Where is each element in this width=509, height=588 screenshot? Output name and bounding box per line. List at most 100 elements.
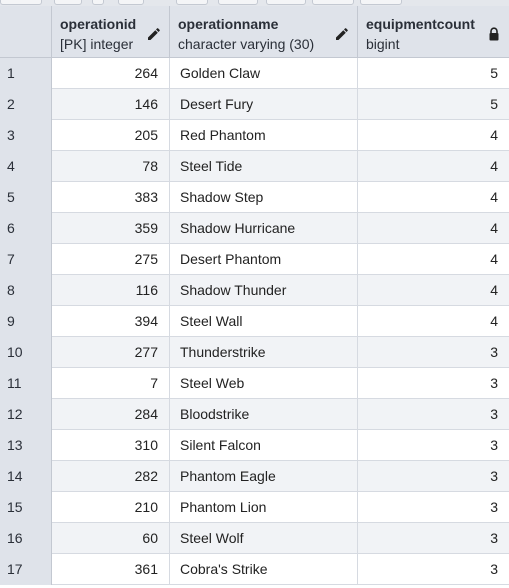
operationname-cell[interactable]: Cobra's Strike: [170, 554, 358, 585]
row-number-cell[interactable]: 15: [0, 492, 52, 523]
equipmentcount-cell[interactable]: 4: [358, 182, 509, 213]
operationname-cell[interactable]: Steel Wall: [170, 306, 358, 337]
table-row[interactable]: 14 282 Phantom Eagle 3: [0, 461, 509, 492]
table-row[interactable]: 4 78 Steel Tide 4: [0, 151, 509, 182]
equipmentcount-cell[interactable]: 5: [358, 58, 509, 89]
row-number-cell[interactable]: 16: [0, 523, 52, 554]
equipmentcount-cell[interactable]: 3: [358, 430, 509, 461]
operationid-cell[interactable]: 205: [52, 120, 170, 151]
row-number-cell[interactable]: 7: [0, 244, 52, 275]
column-header-equipmentcount[interactable]: equipmentcount bigint: [358, 6, 509, 58]
operationname-cell[interactable]: Silent Falcon: [170, 430, 358, 461]
toolbar-button[interactable]: [312, 0, 354, 5]
operationid-cell[interactable]: 146: [52, 89, 170, 120]
toolbar-button[interactable]: [92, 0, 104, 5]
operationid-cell[interactable]: 310: [52, 430, 170, 461]
table-row[interactable]: 13 310 Silent Falcon 3: [0, 430, 509, 461]
column-header-operationid[interactable]: operationid [PK] integer: [52, 6, 170, 58]
operationname-cell[interactable]: Phantom Lion: [170, 492, 358, 523]
table-row[interactable]: 6 359 Shadow Hurricane 4: [0, 213, 509, 244]
operationid-cell[interactable]: 7: [52, 368, 170, 399]
equipmentcount-cell[interactable]: 3: [358, 337, 509, 368]
operationid-cell[interactable]: 282: [52, 461, 170, 492]
operationname-cell[interactable]: Golden Claw: [170, 58, 358, 89]
equipmentcount-cell[interactable]: 3: [358, 523, 509, 554]
equipmentcount-cell[interactable]: 3: [358, 554, 509, 585]
table-row[interactable]: 16 60 Steel Wolf 3: [0, 523, 509, 554]
operationid-cell[interactable]: 277: [52, 337, 170, 368]
row-number-cell[interactable]: 11: [0, 368, 52, 399]
table-row[interactable]: 10 277 Thunderstrike 3: [0, 337, 509, 368]
operationid-cell[interactable]: 210: [52, 492, 170, 523]
table-row[interactable]: 2 146 Desert Fury 5: [0, 89, 509, 120]
operationname-cell[interactable]: Desert Phantom: [170, 244, 358, 275]
toolbar-button[interactable]: [0, 0, 42, 5]
equipmentcount-cell[interactable]: 4: [358, 151, 509, 182]
row-number-cell[interactable]: 12: [0, 399, 52, 430]
toolbar-button[interactable]: [54, 0, 82, 5]
table-row[interactable]: 9 394 Steel Wall 4: [0, 306, 509, 337]
column-header-operationname[interactable]: operationname character varying (30): [170, 6, 358, 58]
operationid-cell[interactable]: 116: [52, 275, 170, 306]
table-row[interactable]: 1 264 Golden Claw 5: [0, 58, 509, 89]
table-row[interactable]: 8 116 Shadow Thunder 4: [0, 275, 509, 306]
row-number-cell[interactable]: 9: [0, 306, 52, 337]
operationid-cell[interactable]: 383: [52, 182, 170, 213]
operationname-cell[interactable]: Bloodstrike: [170, 399, 358, 430]
operationname-cell[interactable]: Shadow Thunder: [170, 275, 358, 306]
operationid-cell[interactable]: 394: [52, 306, 170, 337]
table-row[interactable]: 3 205 Red Phantom 4: [0, 120, 509, 151]
equipmentcount-cell[interactable]: 3: [358, 461, 509, 492]
row-number-cell[interactable]: 13: [0, 430, 52, 461]
table-row[interactable]: 12 284 Bloodstrike 3: [0, 399, 509, 430]
row-number-cell[interactable]: 5: [0, 182, 52, 213]
edit-pencil-icon[interactable]: [335, 27, 349, 41]
row-number-cell[interactable]: 3: [0, 120, 52, 151]
toolbar-button[interactable]: [118, 0, 144, 5]
equipmentcount-cell[interactable]: 4: [358, 306, 509, 337]
table-row[interactable]: 5 383 Shadow Step 4: [0, 182, 509, 213]
equipmentcount-cell[interactable]: 3: [358, 399, 509, 430]
row-number-cell[interactable]: 6: [0, 213, 52, 244]
operationname-cell[interactable]: Steel Tide: [170, 151, 358, 182]
equipmentcount-cell[interactable]: 3: [358, 492, 509, 523]
operationid-cell[interactable]: 284: [52, 399, 170, 430]
equipmentcount-cell[interactable]: 4: [358, 275, 509, 306]
operationname-cell[interactable]: Shadow Hurricane: [170, 213, 358, 244]
operationname-cell[interactable]: Phantom Eagle: [170, 461, 358, 492]
toolbar-button[interactable]: [360, 0, 402, 5]
row-number-cell[interactable]: 14: [0, 461, 52, 492]
operationname-cell[interactable]: Shadow Step: [170, 182, 358, 213]
operationid-cell[interactable]: 264: [52, 58, 170, 89]
operationname-cell[interactable]: Steel Wolf: [170, 523, 358, 554]
equipmentcount-cell[interactable]: 4: [358, 244, 509, 275]
row-number-cell[interactable]: 1: [0, 58, 52, 89]
equipmentcount-cell[interactable]: 4: [358, 213, 509, 244]
operationid-cell[interactable]: 78: [52, 151, 170, 182]
operationname-cell[interactable]: Red Phantom: [170, 120, 358, 151]
operationid-cell[interactable]: 275: [52, 244, 170, 275]
row-number-cell[interactable]: 10: [0, 337, 52, 368]
row-number-header[interactable]: [0, 6, 52, 58]
table-row[interactable]: 11 7 Steel Web 3: [0, 368, 509, 399]
operationid-cell[interactable]: 60: [52, 523, 170, 554]
equipmentcount-cell[interactable]: 5: [358, 89, 509, 120]
equipmentcount-cell[interactable]: 4: [358, 120, 509, 151]
toolbar-button[interactable]: [218, 0, 258, 5]
toolbar-button[interactable]: [176, 0, 208, 5]
table-row[interactable]: 17 361 Cobra's Strike 3: [0, 554, 509, 585]
operationid-cell[interactable]: 359: [52, 213, 170, 244]
row-number-cell[interactable]: 8: [0, 275, 52, 306]
toolbar-button[interactable]: [266, 0, 306, 5]
row-number-cell[interactable]: 2: [0, 89, 52, 120]
table-row[interactable]: 15 210 Phantom Lion 3: [0, 492, 509, 523]
table-row[interactable]: 7 275 Desert Phantom 4: [0, 244, 509, 275]
row-number-cell[interactable]: 4: [0, 151, 52, 182]
operationname-cell[interactable]: Steel Web: [170, 368, 358, 399]
row-number-cell[interactable]: 17: [0, 554, 52, 585]
operationid-cell[interactable]: 361: [52, 554, 170, 585]
operationname-cell[interactable]: Thunderstrike: [170, 337, 358, 368]
edit-pencil-icon[interactable]: [147, 27, 161, 41]
equipmentcount-cell[interactable]: 3: [358, 368, 509, 399]
operationname-cell[interactable]: Desert Fury: [170, 89, 358, 120]
